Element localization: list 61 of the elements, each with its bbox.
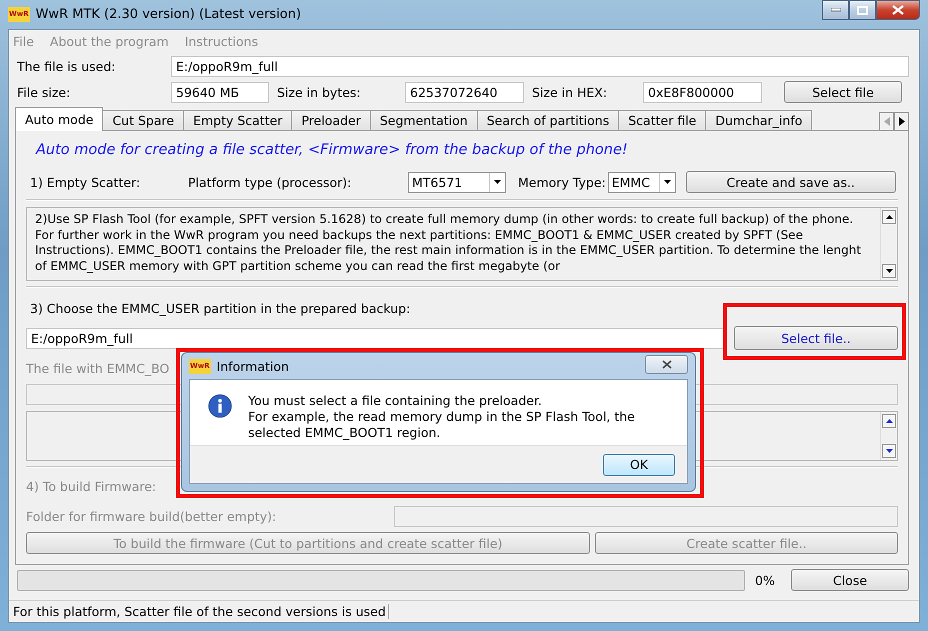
memory-type-label: Memory Type: — [518, 174, 606, 190]
right-arrow-icon — [898, 117, 904, 126]
preloader-label: The file with EMMC_BO — [26, 360, 170, 376]
scroll-down-button[interactable] — [882, 444, 896, 458]
tab[interactable]: Search of partitions — [476, 110, 620, 131]
backup-path-field[interactable]: E:/oppoR9m_full — [26, 328, 724, 348]
folder-field[interactable] — [394, 506, 898, 526]
tab[interactable]: Auto mode — [15, 107, 104, 131]
scroll-up-button[interactable] — [882, 414, 896, 428]
size-label: Size in bytes: — [277, 84, 362, 100]
scroll-down-button[interactable] — [882, 264, 896, 278]
close-icon — [662, 360, 672, 369]
status-text: For this platform, Scatter file of the second versions is used — [13, 604, 389, 619]
tab[interactable]: Empty Scatter — [183, 110, 292, 131]
size-field[interactable]: 59640 МБ — [171, 82, 269, 102]
minimize-icon — [830, 8, 840, 12]
step-label: 1) Empty Scatter: — [30, 174, 142, 190]
folder-label: Folder for firmware build(better empty): — [26, 508, 278, 524]
down-arrow-icon — [494, 180, 501, 184]
platform-label: Platform type (processor): — [188, 174, 352, 190]
tab[interactable]: Segmentation — [370, 110, 478, 131]
instructions-text: 2)Use SP Flash Tool (for example, SPFT version 5.1628) to create full memory dump (in other words: to create full backup) of the phone. For further work in the WwR program you need backups the next partitions: EMMC_BOOT1 & EMMC_USER created by SPFT (See Instructions). EMMC_BOOT1 contains the Preloader file, the rest main information is in the EMMC_USER partition. To determine the lenght of EMMC_USER memory with GPT partition scheme you can read the first megabyte (or — [34, 211, 862, 275]
window-title: WwR MTK (2.30 version) (Latest version) — [36, 7, 302, 22]
size-label: Size in HEX: — [532, 84, 608, 100]
ok-button[interactable]: OK — [603, 454, 675, 476]
dialog-close-button[interactable] — [645, 355, 688, 374]
down-arrow-icon — [886, 449, 892, 453]
select-file-button[interactable]: Select file.. — [734, 326, 898, 350]
step-label: 3) Choose the EMMC_USER partition in the prepared backup: — [30, 300, 410, 316]
down-arrow-icon — [664, 180, 671, 184]
close-button[interactable] — [876, 0, 920, 20]
step-label: 4) To build Firmware: — [26, 478, 156, 494]
create-save-button[interactable]: Create and save as.. — [686, 171, 896, 193]
platform-dropdown[interactable]: MT6571 — [408, 172, 506, 192]
tab[interactable]: Dumchar_info — [705, 110, 812, 131]
tab[interactable]: Preloader — [291, 110, 371, 131]
close-icon — [892, 5, 904, 15]
down-arrow-icon — [886, 269, 892, 273]
size-field[interactable]: 0xE8F800000 — [643, 82, 762, 102]
select-file-button[interactable]: Select file — [784, 81, 902, 103]
scroll-right-button[interactable] — [894, 112, 909, 131]
dialog-message: You must select a file containing the preloader. For example, the read memory dump in the SP Flash Tool, the selected EMMC_BOOT1 region. — [248, 392, 636, 442]
instructions-text-area[interactable] — [26, 207, 898, 281]
progress-percent: 0% — [755, 572, 776, 588]
close-app-button[interactable]: Close — [791, 569, 909, 591]
file-used-label: The file is used: — [17, 58, 116, 74]
file-path-field[interactable]: E:/oppoR9m_full — [171, 56, 909, 76]
up-arrow-icon — [886, 419, 892, 423]
maximize-icon — [857, 6, 868, 14]
panel-heading: Auto mode for creating a file scatter, <Firmware> from the backup of the phone! — [36, 142, 629, 160]
maximize-button[interactable] — [849, 0, 876, 20]
memory-type-dropdown[interactable]: EMMC — [608, 172, 676, 192]
tab[interactable]: Cut Spare — [102, 110, 184, 131]
dialog-title: Information — [216, 358, 289, 374]
left-arrow-icon — [884, 117, 890, 126]
size-field[interactable]: 62537072640 — [405, 82, 524, 102]
up-arrow-icon — [886, 215, 892, 219]
minimize-button[interactable] — [822, 0, 849, 20]
size-label: File size: — [17, 84, 72, 100]
tab[interactable]: Scatter file — [618, 110, 706, 131]
scroll-up-button[interactable] — [882, 210, 896, 224]
